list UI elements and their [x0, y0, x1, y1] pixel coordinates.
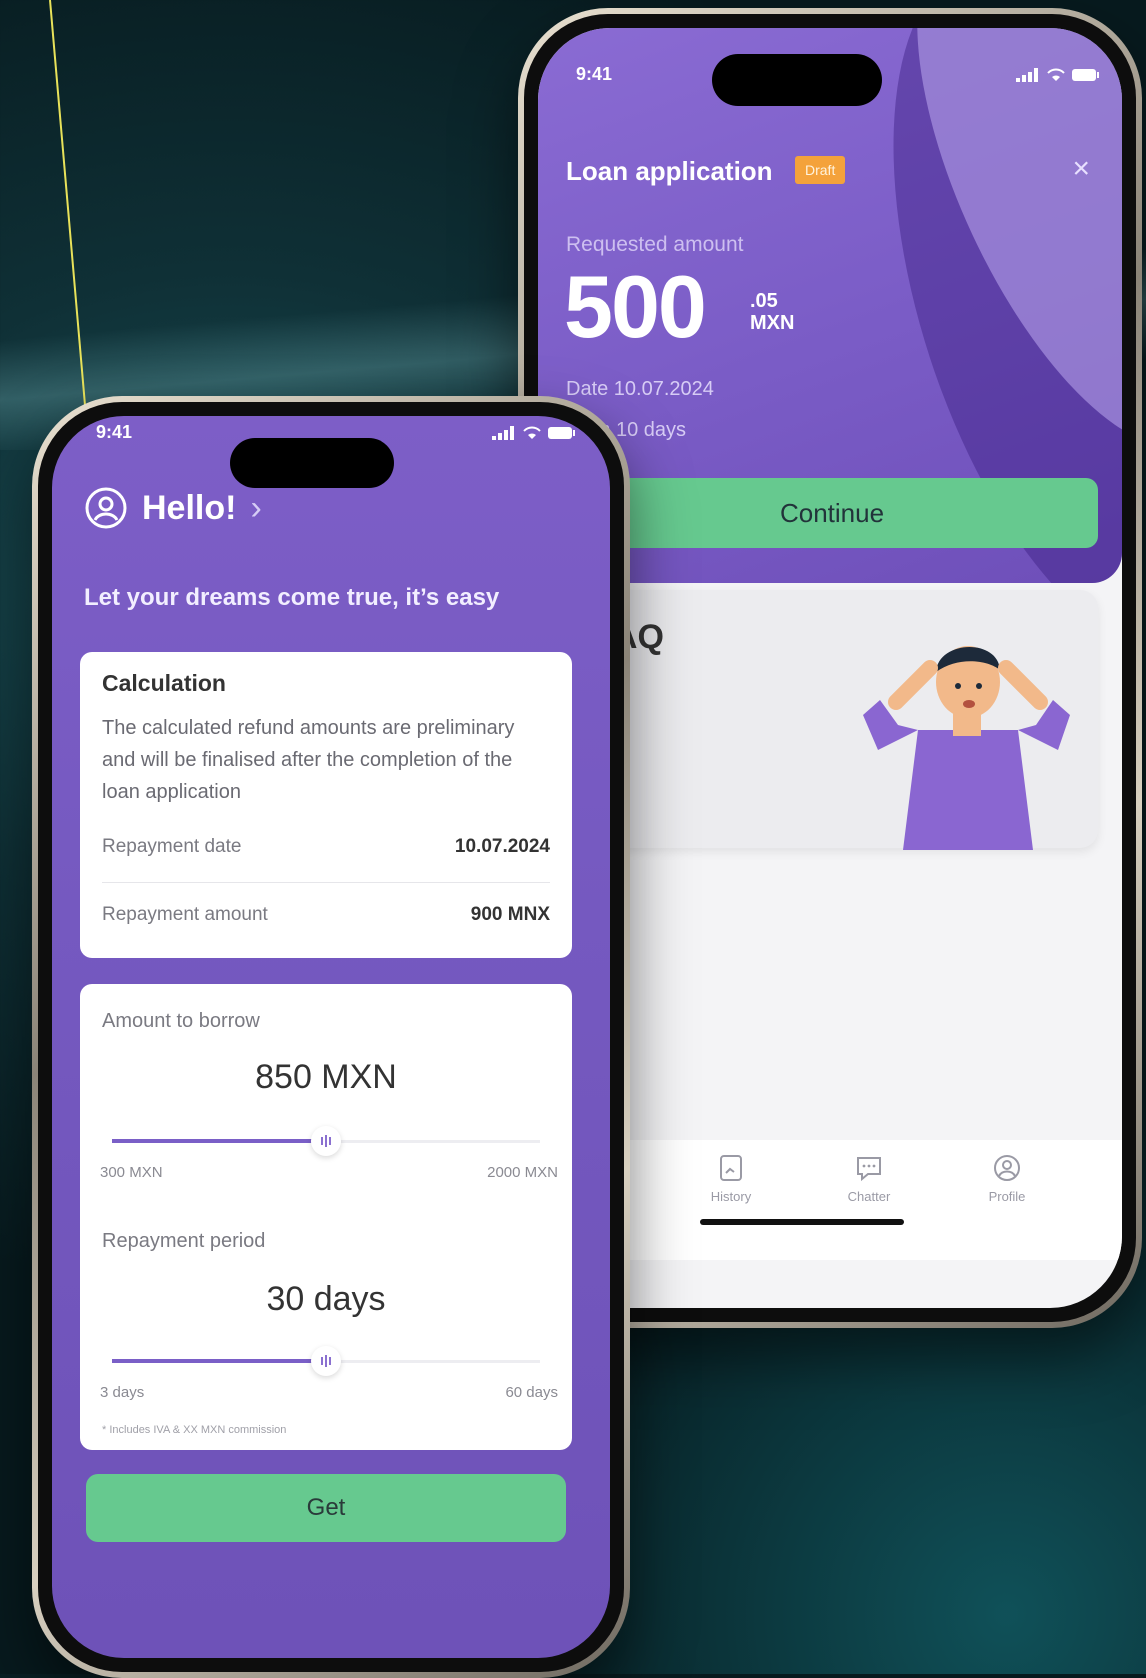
status-time: 9:41: [96, 422, 133, 442]
signal-icon: [1016, 68, 1038, 82]
chat-icon: [857, 1157, 881, 1182]
loan-parameters-card: Amount to borrow 850 MXN 300 MXN 2000 MX…: [80, 984, 572, 1450]
requested-amount-label: Requested amount: [566, 233, 744, 256]
slider-thumb[interactable]: [311, 1126, 341, 1156]
document-icon: [720, 1155, 742, 1181]
divider: [102, 882, 550, 883]
tagline: Let your dreams come true, it’s easy: [84, 584, 500, 611]
calculation-title: Calculation: [102, 670, 226, 696]
greeting-text: Hello!: [142, 488, 237, 527]
wifi-icon: [523, 426, 541, 439]
repayment-date-value: 10.07.2024: [454, 836, 550, 857]
requested-amount-value: 500: [564, 257, 707, 356]
repayment-period-value: 30 days: [266, 1280, 386, 1318]
slider-fill: [112, 1139, 326, 1143]
status-time: 9:41: [576, 64, 613, 84]
repayment-amount-value: 900 MNX: [470, 904, 550, 925]
tab-chatter-label: Chatter: [847, 1189, 891, 1204]
battery-icon: [1072, 69, 1099, 81]
profile-icon: [994, 1155, 1020, 1181]
amount-min-label: 300 MXN: [100, 1164, 163, 1181]
grip-icon: [321, 1135, 331, 1147]
amount-to-borrow-label: Amount to borrow: [102, 1010, 260, 1032]
confused-person-illustration: [863, 646, 1070, 850]
grip-icon: [321, 1355, 331, 1367]
tab-chatter[interactable]: Chatter: [824, 1153, 914, 1204]
loan-application-title: Loan application: [566, 156, 773, 186]
calculator-screen: 9:41 Hello! › Let your dreams come true,…: [52, 416, 610, 1658]
battery-icon: [548, 427, 575, 439]
calculation-card: Calculation The calculated refund amount…: [80, 652, 572, 958]
tab-history-label: History: [710, 1189, 752, 1204]
signal-icon: [492, 426, 514, 440]
calculation-description: The calculated refund amounts are prelim…: [102, 717, 515, 803]
user-icon: [85, 487, 127, 529]
period-slider[interactable]: [112, 1346, 540, 1376]
requested-amount-decimal: .05: [750, 290, 778, 312]
repayment-amount-label: Repayment amount: [102, 904, 268, 925]
greeting-row[interactable]: Hello! ›: [84, 486, 262, 530]
amount-max-label: 2000 MXN: [487, 1164, 558, 1181]
status-icons: [492, 426, 576, 440]
dynamic-island: [230, 438, 394, 488]
home-indicator: [700, 1219, 904, 1225]
period-min-label: 3 days: [100, 1384, 145, 1401]
slider-thumb[interactable]: [311, 1346, 341, 1376]
chevron-right-icon: ›: [250, 488, 262, 527]
continue-button[interactable]: Continue: [566, 478, 1098, 548]
tab-profile[interactable]: Profile: [962, 1153, 1052, 1204]
period-max-label: 60 days: [505, 1384, 558, 1401]
amount-slider[interactable]: [112, 1126, 540, 1156]
repayment-period-label: Repayment period: [102, 1230, 266, 1252]
requested-amount-currency: MXN: [750, 312, 795, 334]
status-icons: [1016, 68, 1100, 82]
tab-profile-label: Profile: [988, 1189, 1026, 1204]
slider-fill: [112, 1359, 326, 1363]
wifi-icon: [1047, 68, 1065, 81]
get-button[interactable]: Get: [86, 1474, 566, 1542]
phone-front: 9:41 Hello! › Let your dreams come true,…: [32, 396, 630, 1678]
draft-badge: Draft: [795, 156, 846, 184]
close-icon[interactable]: ×: [1072, 152, 1090, 186]
decorative-line: [49, 0, 89, 440]
commission-footnote: * Includes IVA & XX MXN commission: [102, 1424, 287, 1436]
amount-to-borrow-value: 850 MXN: [255, 1058, 397, 1096]
tab-history[interactable]: History: [686, 1153, 776, 1204]
repayment-date-label: Repayment date: [102, 836, 242, 857]
dynamic-island: [712, 54, 882, 106]
loan-date: Date 10.07.2024: [566, 378, 714, 400]
